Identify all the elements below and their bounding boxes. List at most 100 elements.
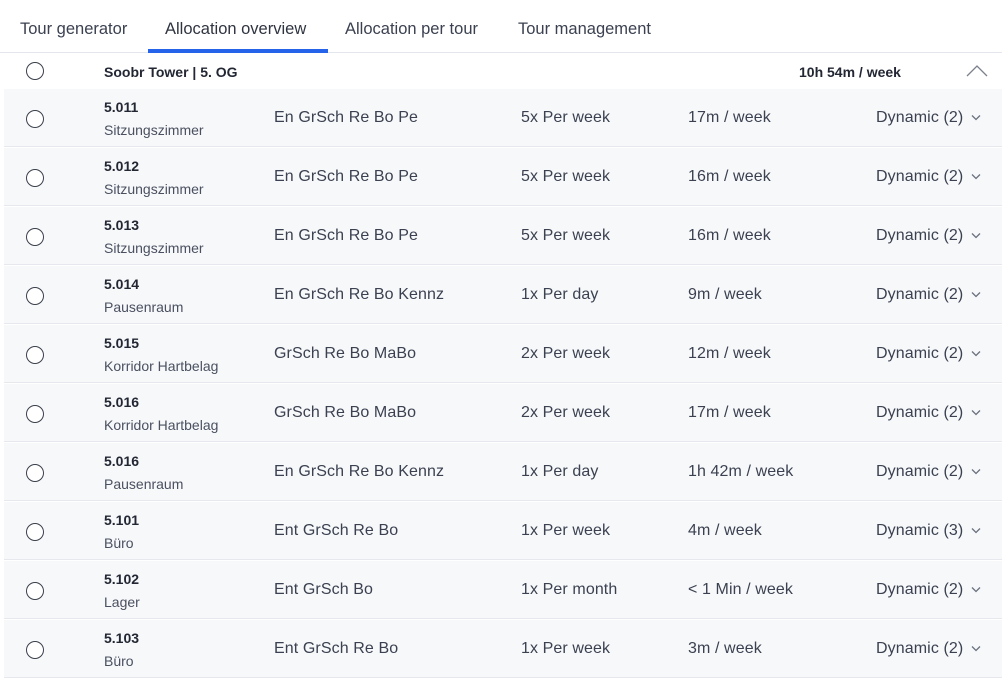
cleaning-tasks: Ent GrSch Bo (274, 581, 374, 598)
allocation-mode-label: Dynamic (2) (876, 640, 964, 657)
allocation-mode-dropdown[interactable]: Dynamic (2) (876, 581, 981, 599)
row-select-radio[interactable] (26, 523, 44, 541)
cleaning-tasks: Ent GrSch Re Bo (274, 640, 399, 657)
chevron-down-icon (971, 528, 981, 534)
allocation-mode-label: Dynamic (2) (876, 227, 964, 244)
row-select-radio[interactable] (26, 641, 44, 659)
allocation-mode-dropdown[interactable]: Dynamic (2) (876, 463, 981, 481)
allocation-mode-dropdown[interactable]: Dynamic (2) (876, 286, 981, 304)
table-row[interactable]: 5.016 Pausenraum En GrSch Re Bo Kennz 1x Pe… (4, 443, 1002, 501)
table-row[interactable]: 5.015 Korridor Hartbelag GrSch Re Bo MaBo 2… (4, 325, 1002, 383)
row-select-radio[interactable] (26, 405, 44, 423)
table-row[interactable]: 5.016 Korridor Hartbelag GrSch Re Bo MaBo 2… (4, 384, 1002, 442)
frequency: 1x Per month (521, 581, 618, 598)
allocation-mode-label: Dynamic (2) (876, 168, 964, 185)
time-per-week: 17m / week (688, 109, 771, 126)
cleaning-tasks: GrSch Re Bo MaBo (274, 404, 417, 421)
time-per-week: 9m / week (688, 286, 762, 303)
tab-tour-management[interactable]: Tour management (518, 0, 651, 53)
allocation-mode-dropdown[interactable]: Dynamic (2) (876, 168, 981, 186)
frequency: 2x Per week (521, 404, 611, 421)
frequency: 1x Per day (521, 463, 599, 480)
chevron-down-icon (971, 646, 981, 652)
chevron-down-icon (971, 351, 981, 357)
row-select-radio[interactable] (26, 169, 44, 187)
cleaning-tasks: En GrSch Re Bo Pe (274, 227, 418, 244)
allocation-overview-page: Tour generator Allocation overview Alloc… (0, 0, 1002, 681)
chevron-down-icon (971, 174, 981, 180)
allocation-mode-dropdown[interactable]: Dynamic (2) (876, 640, 981, 658)
tab-tour-generator[interactable]: Tour generator (20, 0, 127, 53)
room-id: 5.012 (104, 158, 140, 174)
allocation-mode-dropdown[interactable]: Dynamic (2) (876, 227, 981, 245)
row-select-radio[interactable] (26, 287, 44, 305)
table-row[interactable]: 5.101 Büro Ent GrSch Re Bo 1x Per week 4m / … (4, 502, 1002, 560)
frequency: 1x Per week (521, 522, 611, 539)
table-row[interactable]: 5.012 Sitzungszimmer En GrSch Re Bo Pe 5x P… (4, 148, 1002, 206)
frequency: 5x Per week (521, 168, 611, 185)
time-per-week: 3m / week (688, 640, 762, 657)
table-row[interactable]: 5.014 Pausenraum En GrSch Re Bo Kennz 1x Pe… (4, 266, 1002, 324)
cleaning-tasks: En GrSch Re Bo Kennz (274, 463, 445, 480)
time-per-week: < 1 Min / week (688, 581, 794, 598)
chevron-down-icon (971, 410, 981, 416)
room-type: Sitzungszimmer (104, 240, 204, 256)
room-type: Korridor Hartbelag (104, 358, 219, 374)
room-id: 5.013 (104, 217, 140, 233)
group-header: Soobr Tower | 5. OG 10h 54m / week (0, 54, 1002, 89)
room-type: Sitzungszimmer (104, 181, 204, 197)
table-row[interactable]: 5.011 Sitzungszimmer En GrSch Re Bo Pe 5x P… (4, 89, 1002, 147)
cleaning-tasks: En GrSch Re Bo Pe (274, 109, 418, 126)
frequency: 1x Per day (521, 286, 599, 303)
allocation-mode-label: Dynamic (2) (876, 404, 964, 421)
allocation-mode-label: Dynamic (3) (876, 522, 964, 539)
room-type: Büro (104, 653, 134, 669)
row-select-radio[interactable] (26, 582, 44, 600)
table-row[interactable]: 5.103 Büro Ent GrSch Re Bo 1x Per week 3m / … (4, 620, 1002, 678)
allocation-mode-label: Dynamic (2) (876, 581, 964, 598)
room-type: Lager (104, 594, 140, 610)
time-per-week: 12m / week (688, 345, 771, 362)
cleaning-tasks: Ent GrSch Re Bo (274, 522, 399, 539)
room-id: 5.016 (104, 453, 140, 469)
allocation-mode-dropdown[interactable]: Dynamic (3) (876, 522, 981, 540)
room-type: Pausenraum (104, 476, 184, 492)
room-type: Büro (104, 535, 134, 551)
room-type: Korridor Hartbelag (104, 417, 219, 433)
time-per-week: 16m / week (688, 227, 771, 244)
room-id: 5.102 (104, 571, 140, 587)
cleaning-tasks: En GrSch Re Bo Kennz (274, 286, 445, 303)
frequency: 2x Per week (521, 345, 611, 362)
tab-allocation-overview[interactable]: Allocation overview (165, 0, 306, 53)
row-select-radio[interactable] (26, 110, 44, 128)
table-row[interactable]: 5.013 Sitzungszimmer En GrSch Re Bo Pe 5x P… (4, 207, 1002, 265)
allocation-mode-label: Dynamic (2) (876, 109, 964, 126)
frequency: 5x Per week (521, 109, 611, 126)
table-row[interactable]: 5.102 Lager Ent GrSch Bo 1x Per month < 1 Mi… (4, 561, 1002, 619)
tab-bar: Tour generator Allocation overview Alloc… (0, 0, 1002, 53)
room-id: 5.103 (104, 630, 140, 646)
allocation-mode-dropdown[interactable]: Dynamic (2) (876, 404, 981, 422)
allocation-mode-dropdown[interactable]: Dynamic (2) (876, 109, 981, 127)
allocation-mode-dropdown[interactable]: Dynamic (2) (876, 345, 981, 363)
room-id: 5.016 (104, 394, 140, 410)
tab-allocation-per-tour[interactable]: Allocation per tour (345, 0, 478, 53)
row-select-radio[interactable] (26, 228, 44, 246)
cleaning-tasks: GrSch Re Bo MaBo (274, 345, 417, 362)
chevron-down-icon (971, 115, 981, 121)
allocation-mode-label: Dynamic (2) (876, 463, 964, 480)
room-id: 5.101 (104, 512, 140, 528)
row-select-radio[interactable] (26, 346, 44, 364)
group-total-time: 10h 54m / week (799, 64, 901, 80)
group-select-radio[interactable] (26, 62, 44, 80)
time-per-week: 4m / week (688, 522, 762, 539)
room-id: 5.015 (104, 335, 140, 351)
row-select-radio[interactable] (26, 464, 44, 482)
time-per-week: 16m / week (688, 168, 771, 185)
time-per-week: 1h 42m / week (688, 463, 794, 480)
chevron-down-icon (971, 292, 981, 298)
chevron-up-icon[interactable] (966, 64, 988, 78)
time-per-week: 17m / week (688, 404, 771, 421)
active-tab-indicator (148, 49, 328, 53)
chevron-down-icon (971, 233, 981, 239)
